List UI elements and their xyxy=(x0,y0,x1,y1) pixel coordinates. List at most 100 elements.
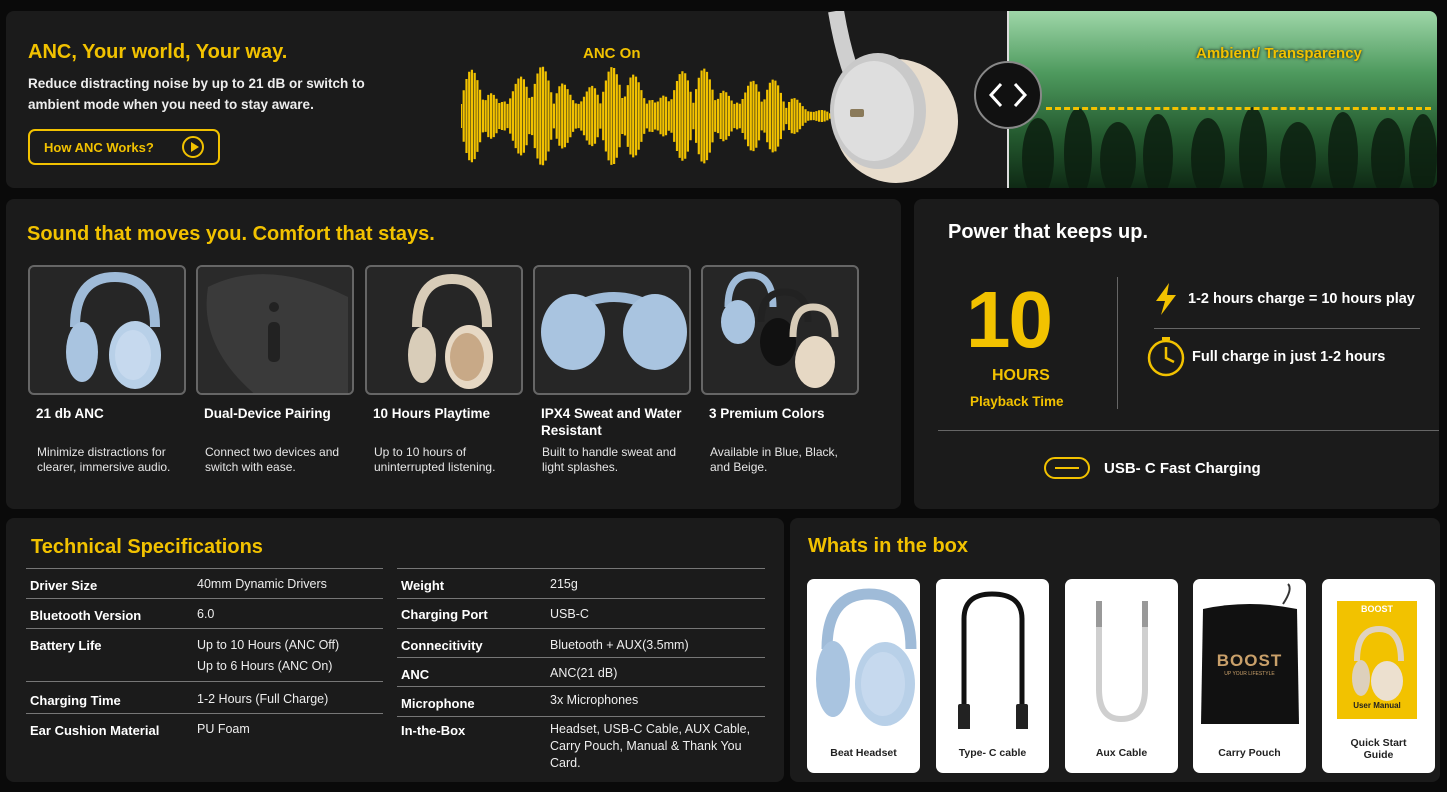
hours-label: HOURS xyxy=(992,367,1050,384)
technical-specifications-panel: Technical Specifications Driver Size 40m… xyxy=(6,518,784,782)
full-charge-text: Full charge in just 1-2 hours xyxy=(1192,349,1386,365)
spec-key: Microphone xyxy=(401,696,475,711)
feature-desc: Available in Blue, Black, and Beige. xyxy=(710,445,838,474)
spec-key: Weight xyxy=(401,578,445,593)
spec-value: ANC(21 dB) xyxy=(550,666,618,680)
spec-value: Up to 6 Hours (ANC On) xyxy=(197,659,333,673)
spec-key: Battery Life xyxy=(30,638,102,653)
playback-hours-number: 10 xyxy=(966,275,1053,364)
spec-value: Card. xyxy=(550,756,581,770)
sound-comfort-panel: Sound that moves you. Comfort that stays… xyxy=(6,199,901,509)
headphone-image xyxy=(828,11,958,183)
feature-card-ipx4: IPX4 Sweat and Water Resistant Built to … xyxy=(533,265,691,474)
specs-title: Technical Specifications xyxy=(31,536,263,558)
feature-image-colors xyxy=(701,265,859,395)
clock-icon xyxy=(1147,337,1185,377)
spec-key: ANC xyxy=(401,667,430,682)
play-icon xyxy=(182,136,204,158)
spec-value: Bluetooth + AUX(3.5mm) xyxy=(550,638,689,652)
spec-key: Charging Port xyxy=(401,607,488,622)
spec-row: Microphone 3x Microphones xyxy=(397,686,765,716)
spec-key: In-the-Box xyxy=(401,723,466,738)
feature-title: 3 Premium Colors xyxy=(709,406,825,421)
how-anc-works-label: How ANC Works? xyxy=(44,139,154,155)
playback-time-label: Playback Time xyxy=(970,394,1064,409)
spec-row: Driver Size 40mm Dynamic Drivers xyxy=(26,568,383,598)
power-title: Power that keeps up. xyxy=(948,221,1149,243)
how-anc-works-button[interactable]: How ANC Works? xyxy=(28,129,220,165)
spec-row: Weight 215g xyxy=(397,568,765,598)
pouch-tagline-text: UP YOUR LIFESTYLE xyxy=(1224,671,1275,677)
power-panel: Power that keeps up. 10 HOURS Playback T… xyxy=(914,199,1439,509)
manual-brand-text: BOOST xyxy=(1360,604,1393,614)
usb-charging-label: USB- C Fast Charging xyxy=(1104,459,1261,477)
anc-title: ANC, Your world, Your way. xyxy=(28,41,288,63)
spec-value: 215g xyxy=(550,577,578,591)
spec-value: Headset, USB-C Cable, AUX Cable, xyxy=(550,722,751,736)
whats-in-the-box-panel: Whats in the box Beat Headset Type- C ca… xyxy=(790,518,1440,782)
feature-title: 10 Hours Playtime xyxy=(373,406,491,421)
box-item-carry-pouch: BOOST UP YOUR LIFESTYLE Carry Pouch xyxy=(1193,579,1306,773)
spec-row: Battery Life Up to 10 Hours (ANC Off) Up… xyxy=(26,628,383,682)
pouch-brand-text: BOOST xyxy=(1216,651,1283,670)
specs-table-right: Weight 215g Charging Port USB-C Connecit… xyxy=(397,568,765,778)
feature-card-playtime: 10 Hours Playtime Up to 10 hours of unin… xyxy=(365,265,523,474)
feature-image-ipx4 xyxy=(533,265,691,395)
spec-key: Bluetooth Version xyxy=(30,608,142,623)
headset-image xyxy=(816,588,917,726)
spec-key: Charging Time xyxy=(30,693,121,708)
sound-wave-graphic xyxy=(461,66,841,166)
feature-title: 21 db ANC xyxy=(36,406,104,421)
box-item-quick-start-guide: BOOST User Manual Quick Start Guide xyxy=(1322,579,1435,773)
left-right-arrows-icon xyxy=(988,82,1028,108)
spec-row: Ear Cushion Material PU Foam xyxy=(26,713,383,743)
spec-row: Bluetooth Version 6.0 xyxy=(26,598,383,628)
spec-value: Up to 10 Hours (ANC Off) xyxy=(197,638,340,652)
spec-value: 1-2 Hours (Full Charge) xyxy=(197,692,329,706)
usb-charging-row: USB- C Fast Charging xyxy=(1044,457,1261,479)
spec-row: Charging Port USB-C xyxy=(397,598,765,628)
spec-value: USB-C xyxy=(550,607,589,621)
feature-desc: Up to 10 hours of uninterrupted listenin… xyxy=(374,445,496,474)
spec-row: Connecitivity Bluetooth + AUX(3.5mm) xyxy=(397,628,765,658)
spec-value: 3x Microphones xyxy=(550,693,639,707)
manual-headset-image xyxy=(1352,625,1404,701)
feature-card-colors: 3 Premium Colors Available in Blue, Blac… xyxy=(701,265,859,474)
lightning-bolt-icon xyxy=(1156,283,1176,315)
feature-desc: Connect two devices and switch with ease… xyxy=(205,445,340,474)
spec-key: Ear Cushion Material xyxy=(30,723,160,738)
feature-desc: Built to handle sweat and light splashes… xyxy=(542,445,677,474)
box-item-label: Carry Pouch xyxy=(1218,747,1281,759)
anc-description: Reduce distracting noise by up to 21 dB … xyxy=(28,76,365,112)
feature-title: IPX4 Sweat and Water Resistant xyxy=(541,406,682,438)
manual-cover-label: User Manual xyxy=(1353,701,1401,710)
charge-line-text: 1-2 hours charge = 10 hours play xyxy=(1188,291,1415,307)
usb-c-icon xyxy=(1044,457,1090,479)
spec-row: In-the-Box Headset, USB-C Cable, AUX Cab… xyxy=(397,716,765,776)
power-bottom-divider xyxy=(938,430,1439,431)
feature-image-anc xyxy=(28,265,186,395)
sound-title: Sound that moves you. Comfort that stays… xyxy=(27,223,435,245)
ambient-dashed-line xyxy=(1046,107,1431,110)
box-item-aux-cable: Aux Cable xyxy=(1065,579,1178,773)
spec-row: Charging Time 1-2 Hours (Full Charge) xyxy=(26,681,383,711)
aux-cable-image xyxy=(1096,601,1148,723)
type-c-cable-image xyxy=(958,591,1028,729)
box-item-headset: Beat Headset xyxy=(807,579,920,773)
spec-key: Driver Size xyxy=(30,578,98,593)
feature-image-dual-device xyxy=(196,265,354,395)
feature-card-dual-device: Dual-Device Pairing Connect two devices … xyxy=(196,265,354,474)
anc-on-label: ANC On xyxy=(583,45,641,62)
spec-value: Carry Pouch, Manual & Thank You xyxy=(550,739,742,753)
full-charge-row: Full charge in just 1-2 hours xyxy=(1146,337,1385,377)
feature-title: Dual-Device Pairing xyxy=(204,406,331,421)
specs-table-left: Driver Size 40mm Dynamic Drivers Bluetoo… xyxy=(26,568,383,778)
box-item-label: Beat Headset xyxy=(830,747,897,759)
compare-slider-handle[interactable] xyxy=(974,61,1042,129)
spec-key: Connecitivity xyxy=(401,638,483,653)
ambient-transparency-label: Ambient/ Transparency xyxy=(1196,45,1362,62)
feature-desc: Minimize distractions for clearer, immer… xyxy=(37,445,171,474)
box-title: Whats in the box xyxy=(808,535,968,557)
power-divider xyxy=(1117,277,1118,409)
sound-wave-path xyxy=(461,66,841,166)
